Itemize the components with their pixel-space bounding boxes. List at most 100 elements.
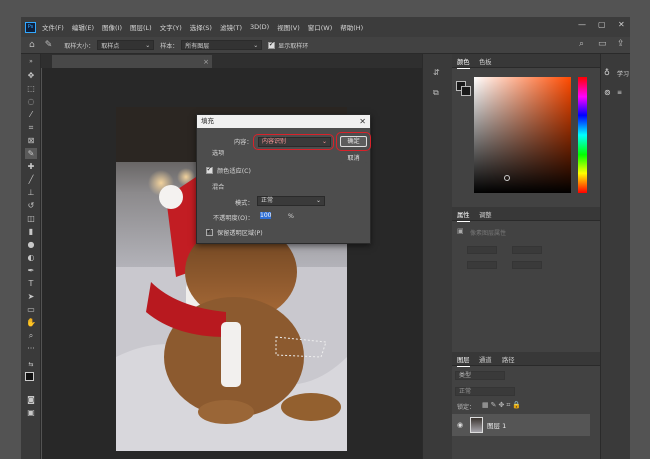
layer-row[interactable]: ◉ 图层 1 — [452, 414, 590, 436]
show-ring-checkbox[interactable] — [268, 40, 276, 49]
history-panel-icon[interactable]: ⇵ — [433, 68, 440, 77]
options-label: 选项 — [212, 150, 225, 157]
search-icon[interactable]: ⌕ — [579, 39, 584, 49]
menu-layer[interactable]: 图层(L) — [130, 22, 152, 32]
chevron-down-icon: ⌄ — [315, 197, 321, 204]
dodge-tool-icon[interactable]: ◐ — [25, 252, 37, 263]
home-icon[interactable]: ⌂ — [29, 40, 35, 50]
document-tab[interactable]: × — [52, 55, 212, 68]
eyedropper-tool-icon[interactable]: ✎ — [25, 148, 37, 159]
path-select-tool-icon[interactable]: ➤ — [25, 291, 37, 302]
history-brush-tool-icon[interactable]: ↺ — [25, 200, 37, 211]
hand-tool-icon[interactable]: ✋ — [25, 317, 37, 328]
sample-size-label: 取样大小： — [64, 42, 95, 50]
sample-size-select[interactable]: 取样点 ⌄ — [97, 40, 155, 50]
tab-paths[interactable]: 路径 — [502, 355, 515, 364]
menu-window[interactable]: 窗口(W) — [308, 22, 333, 32]
eraser-tool-icon[interactable]: ◫ — [25, 213, 37, 224]
shape-tool-icon[interactable]: ▭ — [25, 304, 37, 315]
menu-file[interactable]: 文件(F) — [42, 22, 64, 32]
color-panel-header: 颜色 色板 — [452, 54, 600, 69]
stamp-tool-icon[interactable]: ⊥ — [25, 187, 37, 198]
show-ring-label: 显示取样环 — [278, 42, 309, 50]
pixel-layer-icon: ▣ — [457, 227, 464, 235]
minimize-button[interactable]: — — [578, 20, 586, 29]
eyedropper-icon[interactable]: ✎ — [45, 40, 53, 50]
color-adapt-label: 颜色适应(C) — [217, 168, 251, 175]
menu-help[interactable]: 帮助(H) — [340, 22, 363, 32]
mode-select[interactable]: 正常 ⌄ — [257, 196, 325, 206]
menu-3d[interactable]: 3D(D) — [250, 23, 269, 31]
blend-label: 混合 — [212, 184, 225, 191]
color-picker-cursor[interactable] — [504, 175, 510, 181]
screen-mode-icon[interactable]: ▣ — [25, 407, 37, 418]
tab-properties[interactable]: 属性 — [457, 210, 470, 222]
color-picker-field[interactable] — [474, 77, 571, 193]
tab-channels[interactable]: 通道 — [479, 355, 492, 364]
tab-swatches[interactable]: 色板 — [479, 57, 492, 66]
menu-type[interactable]: 文字(Y) — [160, 22, 182, 32]
mode-label: 模式： — [235, 200, 254, 207]
dialog-close-button[interactable]: ✕ — [359, 115, 366, 128]
libraries-icon[interactable]: ⊚ — [604, 88, 611, 97]
zoom-tool-icon[interactable]: ⌕ — [25, 330, 37, 341]
blend-mode-select[interactable]: 正常 — [455, 387, 515, 396]
menu-bar: Ps 文件(F) 编辑(E) 图像(I) 图层(L) 文字(Y) 选择(S) 滤… — [21, 17, 630, 37]
restore-button[interactable]: ▢ — [598, 20, 606, 29]
chevron-down-icon: ⌄ — [253, 41, 259, 49]
sample-select[interactable]: 所有图层 ⌄ — [181, 40, 263, 50]
pen-tool-icon[interactable]: ✒ — [25, 265, 37, 276]
menu-select[interactable]: 选择(S) — [190, 22, 212, 32]
tab-layers[interactable]: 图层 — [457, 355, 470, 367]
panel-background-swatch[interactable] — [461, 86, 471, 96]
layer-kind-filter[interactable]: 类型 — [455, 371, 505, 380]
share-icon[interactable]: ⇪ — [617, 39, 625, 49]
opacity-input[interactable]: 100 — [256, 211, 280, 221]
lasso-tool-icon[interactable]: ◌ — [25, 96, 37, 107]
content-highlight — [253, 134, 334, 150]
properties-panel-icon[interactable]: ⧉ — [433, 88, 439, 98]
menu-edit[interactable]: 编辑(E) — [72, 22, 94, 32]
lock-label: 锁定： — [457, 404, 476, 411]
hue-slider[interactable] — [578, 77, 587, 193]
healing-brush-tool-icon[interactable]: ✚ — [25, 161, 37, 172]
lock-icons[interactable]: ▦✎✥⌗🔒 — [482, 401, 523, 410]
width-field[interactable] — [467, 246, 497, 254]
quick-mask-icon[interactable]: ◙ — [25, 394, 37, 405]
preserve-transparency-checkbox[interactable] — [206, 227, 213, 236]
move-tool-icon[interactable]: ✥ — [25, 70, 37, 81]
x-field[interactable] — [467, 261, 497, 269]
opacity-label: 不透明度(O)： — [213, 215, 254, 222]
y-field[interactable] — [512, 261, 542, 269]
crop-tool-icon[interactable]: ⌗ — [25, 122, 37, 133]
visibility-eye-icon[interactable]: ◉ — [457, 421, 463, 429]
blur-tool-icon[interactable]: ● — [25, 239, 37, 250]
menu-filter[interactable]: 滤镜(T) — [220, 22, 242, 32]
menu-image[interactable]: 图像(I) — [102, 22, 122, 32]
layer-thumbnail — [470, 417, 483, 433]
quick-select-tool-icon[interactable]: ⁄ — [25, 109, 37, 120]
frame-tool-icon[interactable]: ⊠ — [25, 135, 37, 146]
close-window-button[interactable]: ✕ — [618, 20, 625, 29]
cancel-button[interactable]: 取消 — [340, 153, 367, 164]
more-tools-icon[interactable]: ··· — [25, 343, 37, 354]
toolbar: » ✥ ⬚ ◌ ⁄ ⌗ ⊠ ✎ ✚ ╱ ⊥ ↺ ◫ ▮ ● ◐ ✒ T ➤ ▭ … — [21, 54, 41, 459]
options-bar: ⌂ ✎ 取样大小： 取样点 ⌄ 样本： 所有图层 ⌄ 显示取样环 ⌕ ▭ ⇪ — [21, 37, 630, 54]
gradient-tool-icon[interactable]: ▮ — [25, 226, 37, 237]
tab-color[interactable]: 颜色 — [457, 57, 470, 69]
marquee-tool-icon[interactable]: ⬚ — [25, 83, 37, 94]
foreground-color-swatch[interactable] — [25, 372, 34, 381]
toolbar-collapse-icon[interactable]: » — [25, 56, 37, 67]
lightbulb-icon[interactable]: ♁ — [604, 68, 610, 77]
close-tab-icon[interactable]: × — [203, 58, 209, 66]
panel-icon-strip: ⇵ ⧉ — [422, 54, 452, 459]
height-field[interactable] — [512, 246, 542, 254]
type-tool-icon[interactable]: T — [25, 278, 37, 289]
workspace-icon[interactable]: ▭ — [598, 39, 607, 49]
color-adapt-checkbox[interactable] — [206, 165, 213, 174]
tab-adjustments[interactable]: 调整 — [479, 210, 492, 219]
preserve-transparency-label: 保留透明区域(P) — [217, 230, 263, 237]
menu-view[interactable]: 视图(V) — [277, 22, 300, 32]
brush-tool-icon[interactable]: ╱ — [25, 174, 37, 185]
swap-colors-icon[interactable]: ⇆ — [25, 359, 37, 370]
